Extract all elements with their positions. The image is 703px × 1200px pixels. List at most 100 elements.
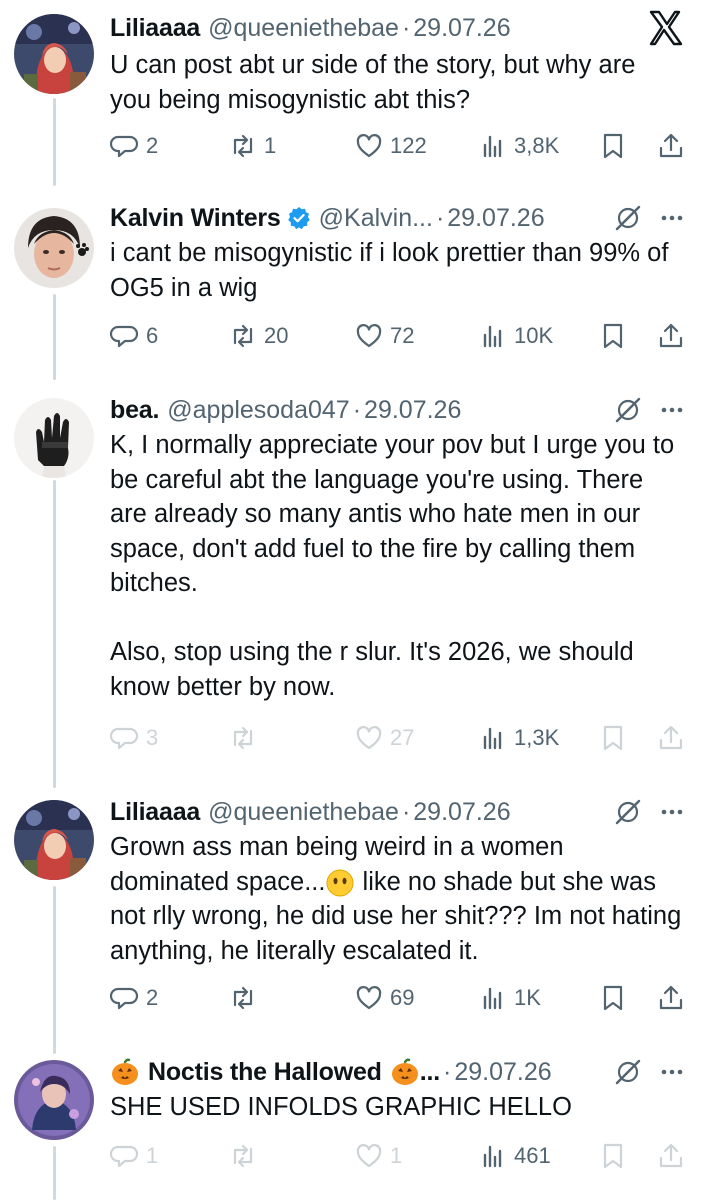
tweet[interactable]: Kalvin Winters @Kalvin... · 29.07.26 i c…: [0, 196, 703, 380]
views-button[interactable]: 10K: [478, 316, 553, 356]
repost-count: 1: [264, 133, 277, 158]
like-button[interactable]: 27: [354, 718, 414, 758]
repost-button[interactable]: [228, 1136, 264, 1176]
author-name[interactable]: bea.: [110, 396, 159, 425]
tweet[interactable]: Liliaaaa @queeniethebae · 29.07.26 U can…: [0, 0, 703, 180]
like-count: 1: [390, 1143, 403, 1168]
author-handle[interactable]: @Kalvin...: [319, 204, 433, 233]
tweet-date[interactable]: 29.07.26: [454, 1058, 551, 1087]
heart-icon: [354, 131, 384, 161]
verified-badge-icon: [287, 206, 311, 230]
share-icon: [656, 723, 686, 753]
author-handle[interactable]: @queeniethebae: [208, 14, 399, 43]
heart-icon: [354, 983, 384, 1013]
separator-dot: ·: [435, 203, 445, 232]
reply-icon: [110, 1141, 140, 1171]
reply-count: 6: [146, 323, 159, 348]
avatar[interactable]: [14, 1060, 94, 1140]
avatar[interactable]: [14, 800, 94, 880]
tweet-text: Grown ass man being weird in a women dom…: [110, 830, 683, 968]
share-button[interactable]: [656, 1136, 686, 1176]
tweet[interactable]: Noctis the Hallowed ... · 29.07.26 SHE U…: [0, 1052, 703, 1200]
author-name[interactable]: Kalvin Winters: [110, 204, 281, 233]
reply-button[interactable]: 6: [110, 316, 158, 356]
share-icon: [656, 983, 686, 1013]
tweet-text-content: K, I normally appreciate your pov but I …: [110, 431, 675, 701]
like-button[interactable]: 72: [354, 316, 414, 356]
tweet-date[interactable]: 29.07.26: [413, 798, 510, 827]
tweet-date[interactable]: 29.07.26: [364, 396, 461, 425]
share-button[interactable]: [656, 718, 686, 758]
views-count: 3,8K: [514, 133, 560, 158]
bookmark-button[interactable]: [598, 978, 628, 1018]
repost-button[interactable]: [228, 718, 264, 758]
tweet-date[interactable]: 29.07.26: [413, 14, 510, 43]
tweet-text-content: SHE USED INFOLDS GRAPHIC HELLO: [110, 1093, 572, 1121]
like-count: 69: [390, 985, 415, 1010]
views-button[interactable]: 461: [478, 1136, 551, 1176]
avatar[interactable]: [14, 208, 94, 288]
reply-button[interactable]: 2: [110, 126, 158, 166]
author-handle[interactable]: @queeniethebae: [208, 798, 399, 827]
repost-button[interactable]: [228, 978, 264, 1018]
tweet[interactable]: Liliaaaa @queeniethebae · 29.07.26 Grown…: [0, 792, 703, 1032]
reply-count: 2: [146, 133, 159, 158]
avatar[interactable]: [14, 398, 94, 478]
views-icon: [478, 1141, 508, 1171]
tweet-date[interactable]: 29.07.26: [447, 204, 544, 233]
more-icon[interactable]: [659, 1059, 685, 1085]
views-count: 1,3K: [514, 725, 560, 750]
reply-button[interactable]: 3: [110, 718, 158, 758]
share-button[interactable]: [656, 126, 686, 166]
repost-icon: [228, 983, 258, 1013]
views-button[interactable]: 3,8K: [478, 126, 559, 166]
share-icon: [656, 321, 686, 351]
repost-button[interactable]: 1: [228, 126, 276, 166]
author-name[interactable]: Liliaaaa: [110, 798, 200, 827]
like-button[interactable]: 1: [354, 1136, 402, 1176]
like-button[interactable]: 69: [354, 978, 414, 1018]
avatar[interactable]: [14, 14, 94, 94]
author-name[interactable]: Liliaaaa: [110, 14, 200, 43]
grok-icon[interactable]: [613, 1057, 643, 1087]
grok-icon[interactable]: [613, 395, 643, 425]
heart-icon: [354, 723, 384, 753]
bookmark-button[interactable]: [598, 718, 628, 758]
reply-button[interactable]: 1: [110, 1136, 158, 1176]
like-button[interactable]: 122: [354, 126, 427, 166]
action-bar: 2 69 1K: [110, 978, 690, 1018]
views-button[interactable]: 1K: [478, 978, 541, 1018]
action-bar: 6 20 72 10K: [110, 316, 690, 356]
share-icon: [656, 1141, 686, 1171]
tweet-text: K, I normally appreciate your pov but I …: [110, 428, 683, 704]
action-bar: 2 1 122 3,8K: [110, 126, 690, 166]
like-count: 122: [390, 133, 427, 158]
bookmark-button[interactable]: [598, 316, 628, 356]
author-handle[interactable]: @applesoda047: [167, 396, 349, 425]
bookmark-button[interactable]: [598, 1136, 628, 1176]
bookmark-icon: [598, 983, 628, 1013]
more-icon[interactable]: [659, 397, 685, 423]
author-name[interactable]: Noctis the Hallowed: [148, 1058, 382, 1087]
reply-count: 2: [146, 985, 159, 1010]
grok-icon[interactable]: [613, 203, 643, 233]
jack-o-lantern-emoji: [390, 1057, 420, 1087]
grok-icon[interactable]: [613, 797, 643, 827]
views-button[interactable]: 1,3K: [478, 718, 559, 758]
views-icon: [478, 321, 508, 351]
x-logo-icon[interactable]: [645, 8, 685, 48]
tweet-text: U can post abt ur side of the story, but…: [110, 48, 683, 117]
reply-count: 1: [146, 1143, 159, 1168]
repost-icon: [228, 131, 258, 161]
repost-button[interactable]: 20: [228, 316, 288, 356]
tweet-text: SHE USED INFOLDS GRAPHIC HELLO: [110, 1090, 683, 1125]
share-button[interactable]: [656, 316, 686, 356]
more-icon[interactable]: [659, 205, 685, 231]
tweet[interactable]: bea. @applesoda047 · 29.07.26 K, I norma…: [0, 388, 703, 768]
reply-button[interactable]: 2: [110, 978, 158, 1018]
bookmark-button[interactable]: [598, 126, 628, 166]
action-bar: 3 27 1,3K: [110, 718, 690, 758]
share-button[interactable]: [656, 978, 686, 1018]
more-icon[interactable]: [659, 799, 685, 825]
heart-icon: [354, 1141, 384, 1171]
